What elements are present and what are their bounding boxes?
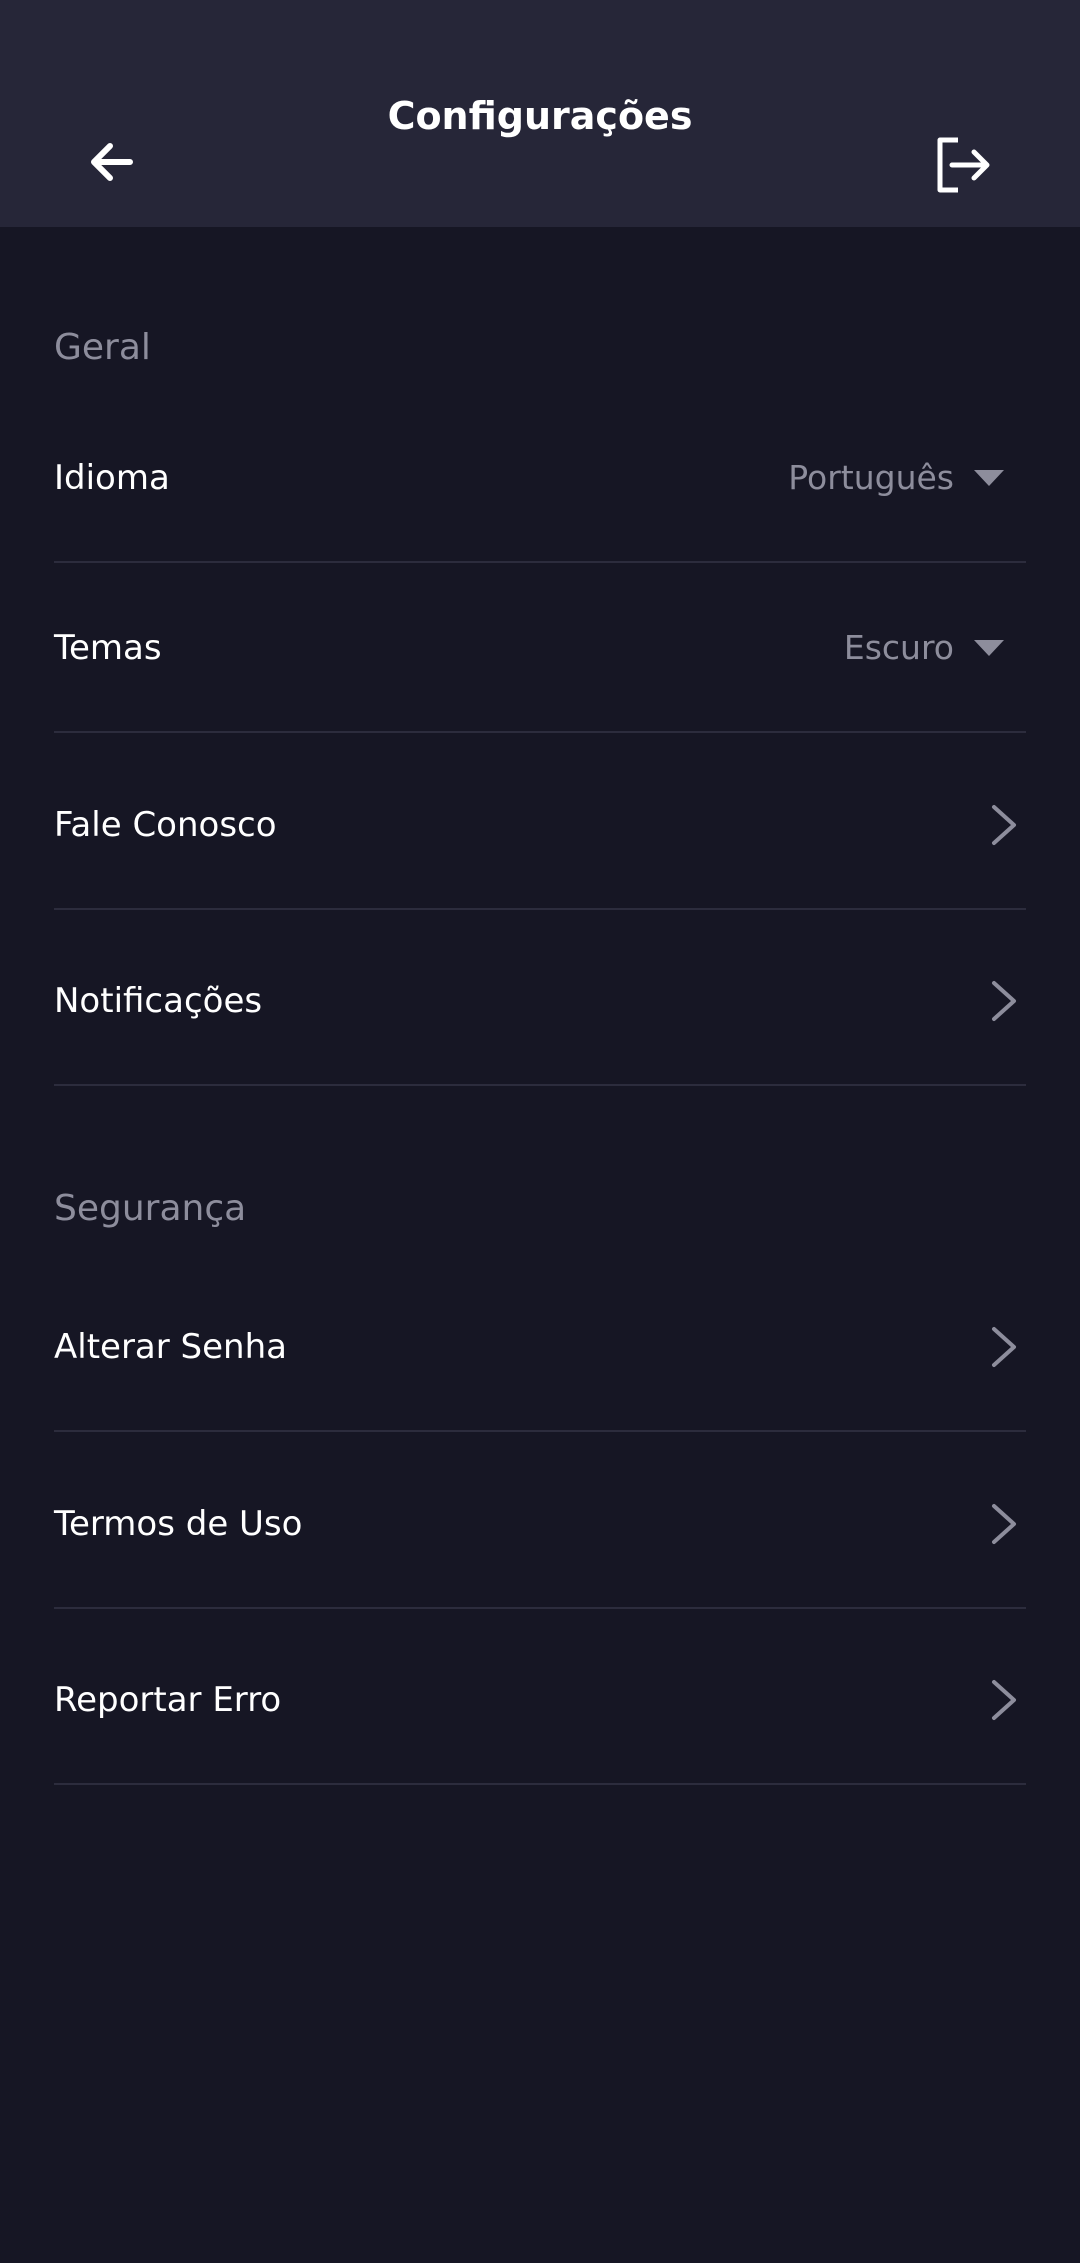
divider — [54, 1430, 1026, 1432]
settings-item-language[interactable]: Idioma Português — [54, 393, 1026, 563]
divider — [54, 1084, 1026, 1086]
settings-item-label: Termos de Uso — [54, 1504, 303, 1544]
logout-button[interactable] — [930, 132, 996, 198]
language-value: Português — [788, 458, 954, 497]
logout-icon — [937, 137, 990, 193]
settings-item-label: Fale Conosco — [54, 805, 277, 845]
settings-item-change-password[interactable]: Alterar Senha — [54, 1262, 1026, 1432]
page-title: Configurações — [387, 94, 693, 138]
settings-item-report-error[interactable]: Reportar Erro — [54, 1615, 1026, 1785]
settings-item-notifications[interactable]: Notificações — [54, 916, 1026, 1086]
chevron-right-icon — [992, 1504, 1016, 1544]
chevron-right-icon — [992, 805, 1016, 845]
caret-down-icon — [974, 640, 1004, 656]
settings-item-terms-of-use[interactable]: Termos de Uso — [54, 1439, 1026, 1609]
chevron-right-icon — [992, 1680, 1016, 1720]
settings-item-label: Temas — [54, 628, 162, 668]
divider — [54, 1783, 1026, 1785]
divider — [54, 1607, 1026, 1609]
chevron-right-icon — [992, 981, 1016, 1021]
divider — [54, 908, 1026, 910]
settings-item-theme[interactable]: Temas Escuro — [54, 563, 1026, 733]
app-header: Configurações — [0, 0, 1080, 227]
section-title-general: Geral — [54, 327, 151, 368]
arrow-left-icon — [91, 143, 133, 181]
divider — [54, 731, 1026, 733]
settings-item-label: Reportar Erro — [54, 1680, 282, 1720]
theme-value: Escuro — [843, 628, 954, 667]
back-button[interactable] — [84, 132, 144, 192]
settings-item-label: Notificações — [54, 981, 263, 1021]
section-title-security: Segurança — [54, 1188, 247, 1229]
settings-item-label: Alterar Senha — [54, 1327, 287, 1367]
settings-item-label: Idioma — [54, 458, 170, 498]
caret-down-icon — [974, 470, 1004, 486]
chevron-right-icon — [992, 1327, 1016, 1367]
settings-item-contact-us[interactable]: Fale Conosco — [54, 740, 1026, 910]
